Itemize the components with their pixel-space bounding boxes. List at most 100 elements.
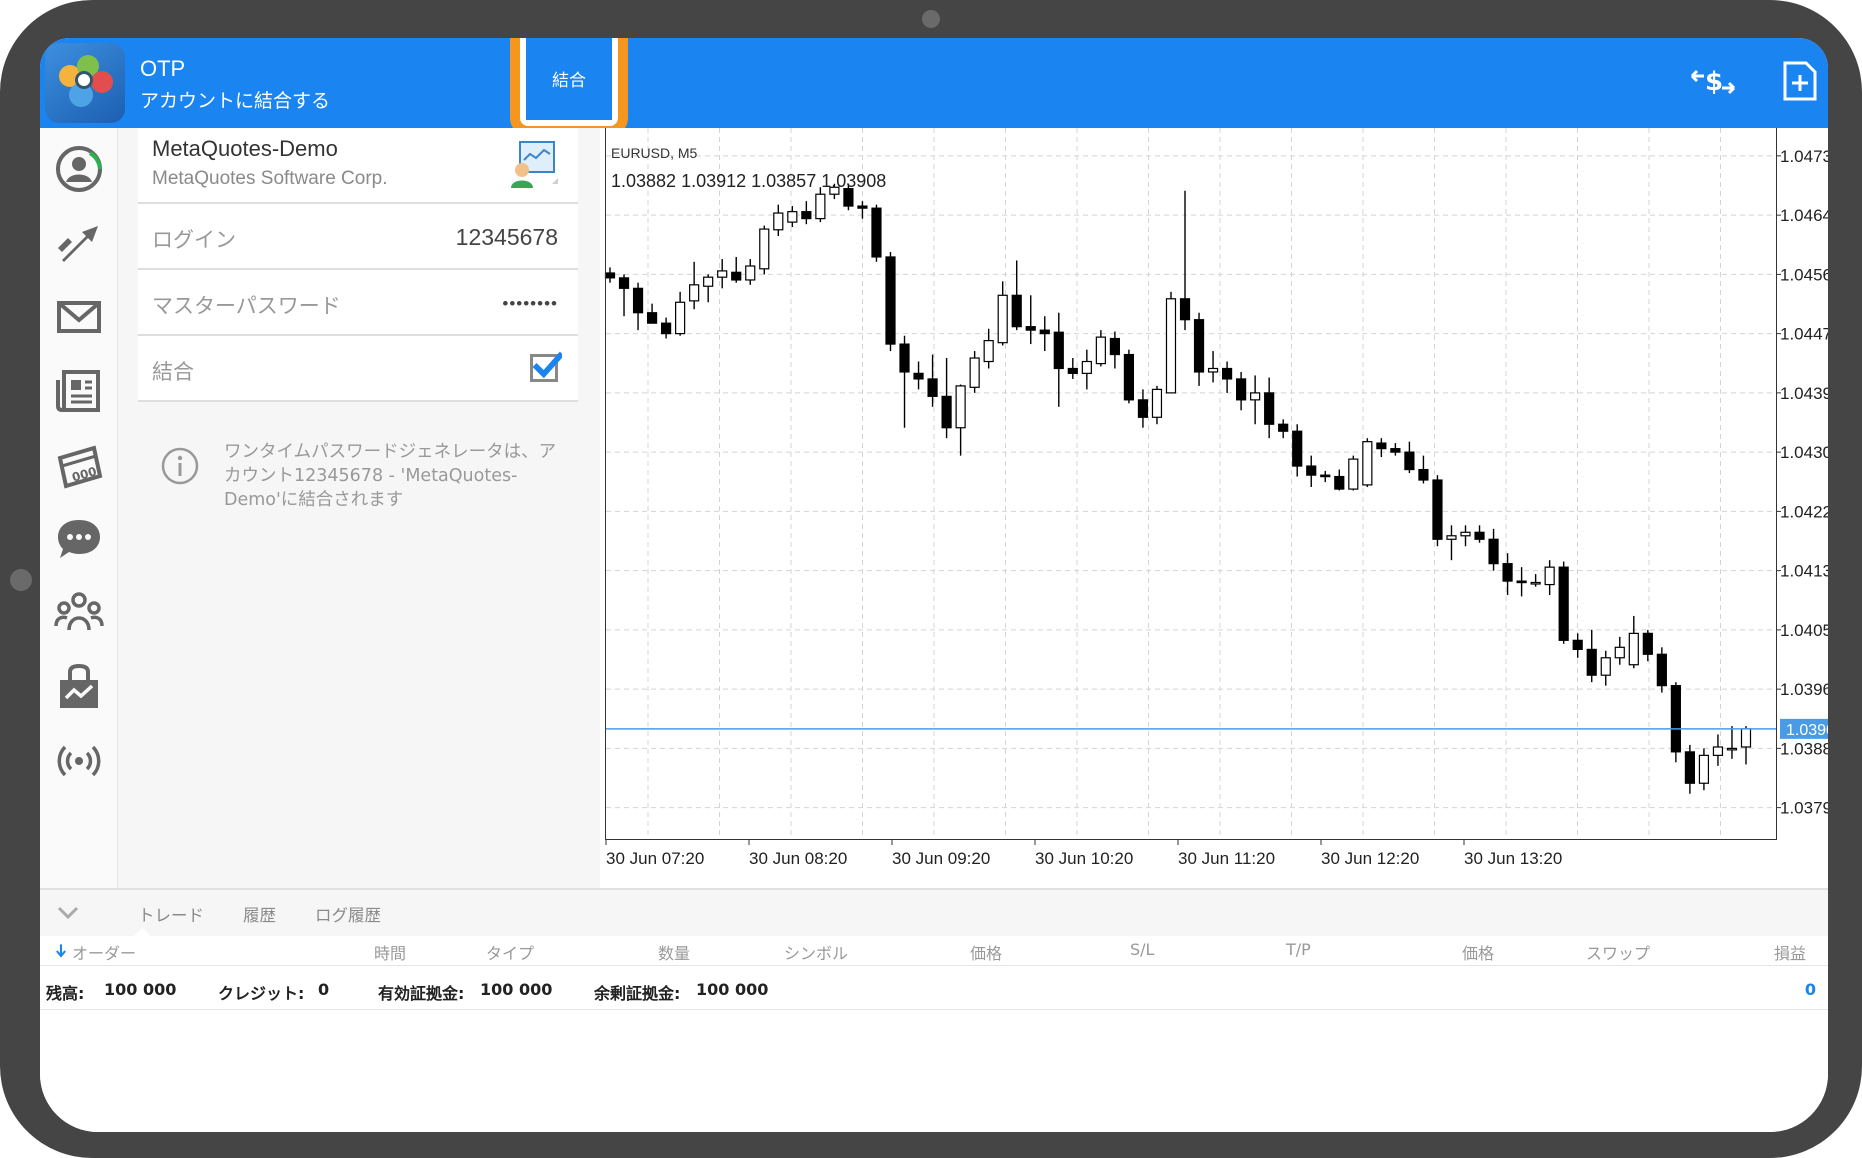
candle <box>1460 525 1471 547</box>
candle-body <box>1250 392 1261 401</box>
candle <box>1250 375 1261 425</box>
sort-arrow-icon[interactable] <box>56 944 66 958</box>
candle-body <box>1390 448 1401 453</box>
candle-body <box>1067 367 1078 374</box>
candle <box>632 282 644 331</box>
candle-body <box>997 294 1008 344</box>
candle <box>1137 389 1149 428</box>
candle <box>955 384 966 456</box>
tablet-device: OTP アカウントに結合する $ 結合 000 MetaQuotes-Demo … <box>0 0 1862 1158</box>
candle-body <box>1516 580 1527 584</box>
candle-body <box>1264 392 1275 425</box>
col-time[interactable]: 時間 <box>374 940 406 964</box>
tab-history[interactable]: 履歴 <box>243 902 276 926</box>
col-current-price[interactable]: 価格 <box>1462 940 1494 964</box>
candle-body <box>1614 646 1625 659</box>
candle <box>1404 441 1415 474</box>
candle <box>927 354 938 407</box>
signal-icon[interactable] <box>54 736 104 786</box>
chevron-down-icon[interactable] <box>56 904 80 922</box>
currency-exchange-icon[interactable]: $ <box>1688 62 1738 102</box>
add-document-icon[interactable] <box>1782 60 1818 102</box>
account-row[interactable]: MetaQuotes-Demo MetaQuotes Software Corp… <box>138 128 578 204</box>
link-button-highlight: 結合 <box>510 38 628 136</box>
checkmark-icon <box>532 351 562 379</box>
candle-body <box>857 205 868 209</box>
col-sl[interactable]: S/L <box>1130 940 1154 959</box>
credit-value: 0 <box>318 980 330 999</box>
market-icon[interactable] <box>54 662 104 712</box>
candle-body <box>815 193 826 220</box>
candle <box>1053 312 1064 407</box>
candle-body <box>1053 331 1064 370</box>
tab-trade[interactable]: トレード <box>138 902 204 926</box>
profit-total: 0 <box>1804 980 1816 999</box>
candle-body <box>1362 441 1373 486</box>
candle-body <box>1278 423 1289 432</box>
svg-text:$: $ <box>1705 67 1723 97</box>
tab-journal[interactable]: ログ履歴 <box>315 902 381 926</box>
otp-panel: MetaQuotes-Demo MetaQuotes Software Corp… <box>118 128 600 888</box>
candle-body <box>801 211 812 220</box>
candle <box>941 358 952 439</box>
candle-body <box>1404 451 1415 471</box>
login-row[interactable]: ログイン 12345678 <box>138 204 578 270</box>
mail-icon[interactable] <box>54 292 104 342</box>
candle <box>675 291 686 336</box>
balance-row: 残高: 100 000 クレジット: 0 有効証拠金: 100 000 余剰証拠… <box>40 968 1828 1010</box>
col-price[interactable]: 価格 <box>970 940 1002 964</box>
chat-icon[interactable] <box>54 514 104 564</box>
candle <box>1151 385 1163 425</box>
x-tick-label: 30 Jun 08:20 <box>749 849 847 868</box>
trade-icon[interactable] <box>54 218 104 268</box>
candle-body <box>1137 399 1149 418</box>
equity-label: 有効証拠金: <box>378 984 465 1003</box>
candle-body <box>1292 430 1303 467</box>
candle-body <box>1376 442 1387 450</box>
y-tick-label: 1.04475 <box>1780 325 1828 344</box>
candle-body <box>1628 632 1639 666</box>
candle-body <box>1081 360 1092 374</box>
candle-body <box>1586 648 1597 676</box>
candle <box>871 204 882 262</box>
candle-body <box>689 284 700 302</box>
candle <box>703 274 714 303</box>
candle <box>1390 443 1401 456</box>
y-tick-label: 1.04220 <box>1780 502 1828 521</box>
calendar-icon[interactable]: 000 <box>54 440 104 490</box>
candle <box>745 259 756 285</box>
news-icon[interactable] <box>54 366 104 416</box>
price-chart[interactable]: 1.04730 1.04645 1.04560 1.04475 1.04390 1.043… <box>600 128 1828 888</box>
account-icon[interactable] <box>54 144 104 194</box>
candle <box>1474 525 1485 543</box>
col-tp[interactable]: T/P <box>1286 940 1311 959</box>
candle-body <box>1418 468 1429 481</box>
col-symbol[interactable]: シンボル <box>784 940 848 964</box>
y-tick-label: 1.03880 <box>1780 739 1828 758</box>
col-volume[interactable]: 数量 <box>658 940 690 964</box>
y-tick-label: 1.04730 <box>1780 147 1828 166</box>
community-icon[interactable] <box>54 588 104 638</box>
link-row[interactable]: 結合 <box>138 336 578 402</box>
y-tick-label: 1.04305 <box>1780 443 1828 462</box>
candle <box>1418 455 1429 484</box>
candle <box>1264 377 1275 439</box>
candle <box>969 351 980 393</box>
col-order[interactable]: オーダー <box>72 940 136 964</box>
candle <box>604 267 616 283</box>
link-button[interactable]: 結合 <box>526 38 612 120</box>
col-swap[interactable]: スワップ <box>1586 940 1650 964</box>
candle-body <box>1011 294 1022 328</box>
candle <box>1726 726 1738 759</box>
candle-body <box>1572 639 1583 651</box>
candle-body <box>717 270 728 278</box>
link-checkbox[interactable] <box>530 351 562 382</box>
col-type[interactable]: タイプ <box>486 940 534 964</box>
x-tick-label: 30 Jun 13:20 <box>1464 849 1562 868</box>
master-password-row[interactable]: マスターパスワード •••••••• <box>138 270 578 336</box>
col-profit[interactable]: 損益 <box>1774 940 1806 964</box>
candle-body <box>1151 388 1163 418</box>
candle <box>1039 316 1050 352</box>
candle <box>1193 312 1205 386</box>
candle <box>1488 528 1499 571</box>
